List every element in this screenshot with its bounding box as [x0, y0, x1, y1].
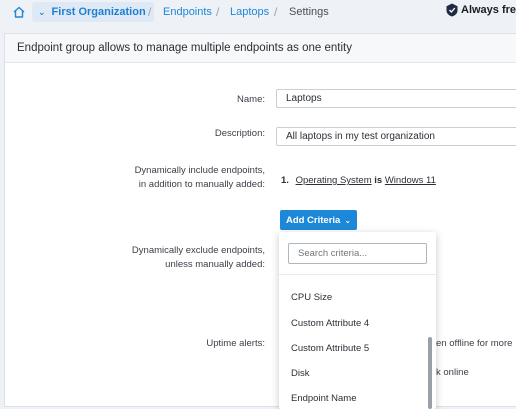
panel-title: Endpoint group allows to manage multiple…: [17, 42, 352, 54]
uptime-online-text: k online: [436, 367, 469, 378]
include-label-line2: in addition to manually added:: [138, 179, 265, 190]
chevron-down-icon: ⌄: [38, 6, 46, 17]
option-custom-attribute-5[interactable]: Custom Attribute 5: [291, 343, 369, 354]
criteria-dropdown: CPU Size Custom Attribute 4 Custom Attri…: [279, 232, 436, 409]
add-criteria-label: Add Criteria: [285, 214, 341, 226]
plan-badge[interactable]: Always free:: [446, 3, 516, 17]
add-criteria-button[interactable]: Add Criteria ⌄: [280, 210, 357, 230]
organization-selector[interactable]: ⌄ First Organization: [32, 2, 154, 22]
option-custom-attribute-4[interactable]: Custom Attribute 4: [291, 318, 369, 329]
organization-name: First Organization: [51, 6, 146, 18]
breadcrumb-separator: /: [274, 5, 278, 19]
home-icon[interactable]: [12, 5, 28, 21]
breadcrumb-endpoints[interactable]: Endpoints: [163, 6, 212, 18]
search-criteria-input[interactable]: [288, 243, 427, 264]
breadcrumb-separator: /: [148, 5, 152, 19]
chevron-down-icon: ⌄: [344, 215, 352, 225]
shield-icon: [446, 3, 458, 17]
dropdown-scrollbar[interactable]: [428, 337, 432, 409]
top-bar: ⌄ First Organization / Endpoints / Lapto…: [0, 0, 516, 28]
rule-field-link[interactable]: Operating System: [296, 175, 372, 186]
panel-header: Endpoint group allows to manage multiple…: [5, 34, 516, 63]
breadcrumb-laptops[interactable]: Laptops: [230, 6, 269, 18]
name-field[interactable]: Laptops: [276, 89, 516, 108]
name-label: Name:: [237, 94, 265, 105]
include-criteria-rule: 1. Operating System is Windows 11: [281, 175, 436, 186]
exclude-label-line1: Dynamically exclude endpoints,: [131, 245, 265, 256]
breadcrumb-separator: /: [216, 5, 220, 19]
rule-index: 1.: [281, 175, 289, 186]
uptime-label: Uptime alerts:: [206, 338, 265, 349]
uptime-offline-text: en offline for more: [436, 338, 513, 349]
rule-value-link[interactable]: Windows 11: [385, 175, 436, 186]
rule-operator: is: [374, 175, 383, 186]
description-field[interactable]: All laptops in my test organization: [276, 127, 516, 146]
option-endpoint-name[interactable]: Endpoint Name: [291, 393, 356, 404]
include-label-line1: Dynamically include endpoints,: [134, 165, 265, 176]
exclude-label-line2: unless manually added:: [165, 259, 265, 270]
description-label: Description:: [214, 128, 265, 139]
option-cpu-size[interactable]: CPU Size: [291, 292, 332, 303]
dropdown-divider: [279, 274, 436, 275]
plan-badge-label: Always free:: [461, 4, 516, 16]
breadcrumb-settings: Settings: [289, 6, 329, 18]
option-disk[interactable]: Disk: [291, 368, 309, 379]
